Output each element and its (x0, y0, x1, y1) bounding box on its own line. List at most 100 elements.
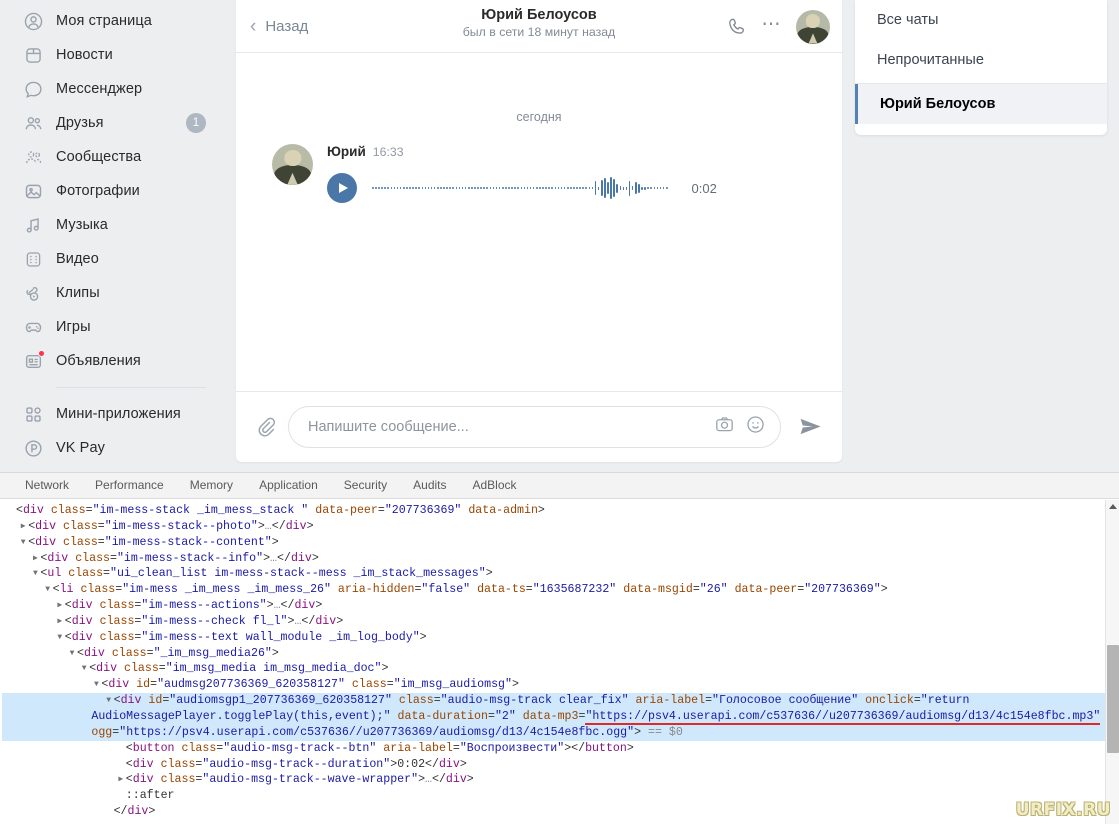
more-dots-icon[interactable]: ⋯ (762, 15, 783, 39)
filter-unread[interactable]: Непрочитанные (855, 40, 1107, 80)
dom-tree-line[interactable]: ▼ <div class="_im_msg_media26"> (2, 646, 1119, 662)
sidebar-item-mini-apps[interactable]: Мини-приложения (0, 397, 228, 431)
sidebar-item-label: VK Pay (56, 440, 105, 456)
triangle-down-icon[interactable]: ▼ (67, 646, 77, 662)
sidebar-item-label: Игры (56, 319, 91, 335)
dom-tree-line[interactable]: <div class="audio-msg-track--duration">0… (2, 757, 1119, 773)
dom-tree-line[interactable]: <div class="im-mess-stack _im_mess_stack… (2, 503, 1119, 519)
message-header: Юрий 16:33 (327, 144, 717, 159)
triangle-right-icon[interactable]: ▶ (18, 519, 28, 535)
dom-tree-line[interactable]: ▶ <div class="audio-msg-track--wave-wrapp… (2, 772, 1119, 788)
friends-count-badge: 1 (186, 113, 206, 133)
message-avatar[interactable] (272, 144, 313, 185)
ogg-url-value: "https://psv4.userapi.com/c537636//u2077… (119, 725, 635, 739)
selected-dom-node[interactable]: ▼ <div id="audiomsgp1_207736369_620358127… (2, 693, 1119, 741)
sidebar-item-label: Фотографии (56, 183, 140, 199)
message-input-wrapper[interactable] (288, 405, 781, 448)
dom-tree-line[interactable]: ▶ <div class="im-mess-stack--photo">…</di… (2, 519, 1119, 535)
sidebar-item-music[interactable]: Музыка (0, 208, 228, 242)
message-input[interactable] (308, 418, 714, 435)
scroll-up-arrow-icon[interactable] (1109, 504, 1117, 509)
triangle-right-icon[interactable]: ▶ (116, 772, 126, 788)
sidebar-divider (56, 387, 206, 388)
sidebar-item-clips[interactable]: Клипы (0, 276, 228, 310)
dom-tree-line[interactable]: ::after (2, 788, 1119, 804)
sidebar-item-ads[interactable]: Объявления (0, 344, 228, 378)
devtools-scrollbar[interactable] (1105, 500, 1119, 824)
filter-all-chats[interactable]: Все чаты (855, 0, 1107, 40)
devtools-tab-performance[interactable]: Performance (82, 473, 177, 498)
vk-page-region: Моя страница Новости Мессенджер Друзья 1… (0, 0, 1119, 472)
scrollbar-thumb[interactable] (1107, 645, 1119, 753)
triangle-down-icon[interactable]: ▼ (79, 661, 89, 677)
screenshot-root: Моя страница Новости Мессенджер Друзья 1… (0, 0, 1119, 824)
sidebar-item-label: Друзья (56, 115, 104, 131)
sidebar-item-communities[interactable]: Сообщества (0, 140, 228, 174)
sidebar-item-news[interactable]: Новости (0, 38, 228, 72)
dom-tree-line[interactable]: ▼ <div class="im_msg_media im_msg_media_d… (2, 661, 1119, 677)
chat-list-item-active[interactable]: Юрий Белоусов (855, 84, 1107, 124)
message-content: Юрий 16:33 0:02 (327, 144, 717, 203)
gamepad-icon (22, 316, 44, 338)
devtools-elements-tree[interactable]: <div class="im-mess-stack _im_mess_stack… (0, 499, 1119, 820)
sidebar-item-work[interactable]: Работа (0, 465, 228, 472)
photo-icon (22, 180, 44, 202)
smiley-icon[interactable] (745, 414, 766, 440)
devtools-tab-application[interactable]: Application (246, 473, 331, 498)
triangle-down-icon[interactable]: ▼ (30, 566, 40, 582)
composer-icons (714, 414, 766, 440)
audio-waveform[interactable] (372, 175, 668, 201)
triangle-right-icon[interactable]: ▶ (55, 614, 65, 630)
devtools-panel: Network Performance Memory Application Secur… (0, 472, 1119, 824)
dom-tree-line[interactable]: ▶ <div class="im-mess--check fl_l">…</div… (2, 614, 1119, 630)
chat-message-list: сегодня Юрий 16:33 0:02 (236, 53, 842, 391)
message-composer (236, 391, 842, 461)
dom-tree-line[interactable]: ▼ <div class="im-mess-stack--content"> (2, 535, 1119, 551)
devtools-tab-security[interactable]: Security (331, 473, 400, 498)
devtools-tab-network[interactable]: Network (12, 473, 82, 498)
sidebar-item-video[interactable]: Видео (0, 242, 228, 276)
dom-tree-line[interactable]: ▼ <div class="im-mess--text wall_module _… (2, 630, 1119, 646)
play-icon[interactable] (327, 173, 357, 203)
music-note-icon (22, 214, 44, 236)
back-button[interactable]: ‹ Назад (250, 17, 308, 36)
send-arrow-icon[interactable] (797, 413, 824, 440)
sidebar-item-my-page[interactable]: Моя страница (0, 4, 228, 38)
triangle-down-icon[interactable]: ▼ (91, 677, 101, 693)
triangle-down-icon[interactable]: ▼ (18, 535, 28, 551)
dom-tree-line[interactable]: </div> (2, 804, 1119, 820)
triangle-right-icon[interactable]: ▶ (55, 598, 65, 614)
sidebar-item-photos[interactable]: Фотографии (0, 174, 228, 208)
dom-tree-line[interactable]: ▼ <ul class="ui_clean_list im-mess-stack-… (2, 566, 1119, 582)
sidebar-item-messenger[interactable]: Мессенджер (0, 72, 228, 106)
voice-message-player[interactable]: 0:02 (327, 173, 717, 203)
sidebar-item-games[interactable]: Игры (0, 310, 228, 344)
devtools-tab-audits[interactable]: Audits (400, 473, 459, 498)
dom-tree-line[interactable]: ▶ <div class="im-mess--actions">…</div> (2, 598, 1119, 614)
header-avatar[interactable] (796, 9, 830, 44)
dom-tree-line[interactable]: ▼ <div id="audmsg207736369_620358127" cla… (2, 677, 1119, 693)
devtools-tab-adblock[interactable]: AdBlock (460, 473, 530, 498)
sidebar-item-label: Мини-приложения (56, 406, 181, 422)
devtools-tab-memory[interactable]: Memory (177, 473, 246, 498)
triangle-right-icon[interactable]: ▶ (30, 551, 40, 567)
communities-icon (22, 146, 44, 168)
triangle-down-icon[interactable]: ▼ (55, 630, 65, 646)
paperclip-icon[interactable] (254, 415, 277, 438)
dom-tree-line[interactable]: <button class="audio-msg-track--btn" ari… (2, 741, 1119, 757)
chat-panel: ‹ Назад Юрий Белоусов был в сети 18 мину… (236, 0, 842, 462)
back-button-label: Назад (265, 17, 309, 35)
devtools-tab-bar: Network Performance Memory Application Secur… (0, 473, 1119, 499)
camera-icon[interactable] (714, 414, 735, 440)
phone-icon[interactable] (726, 16, 748, 38)
dom-tree-line[interactable]: ▶ <div class="im-mess-stack--info">…</div… (2, 551, 1119, 567)
message-row: Юрий 16:33 0:02 (236, 124, 842, 203)
sidebar-item-friends[interactable]: Друзья 1 (0, 106, 228, 140)
sidebar-item-vk-pay[interactable]: VK Pay (0, 431, 228, 465)
dom-tree-line[interactable]: ▼ <li class="im-mess _im_mess _im_mess_26… (2, 582, 1119, 598)
sidebar-item-label: Мессенджер (56, 81, 143, 97)
triangle-down-icon[interactable]: ▼ (104, 693, 114, 709)
triangle-down-icon[interactable]: ▼ (43, 582, 53, 598)
